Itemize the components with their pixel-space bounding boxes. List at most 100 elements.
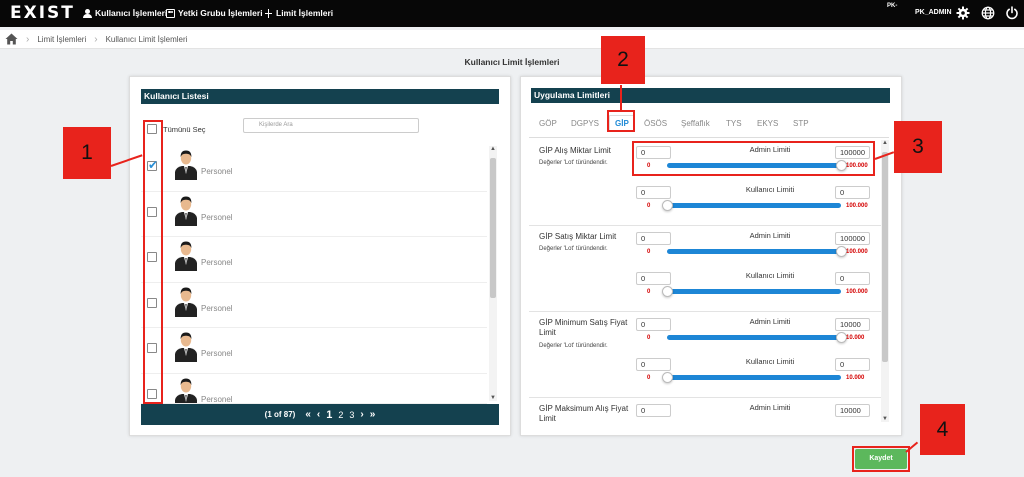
scroll-down-icon[interactable]: ▼ (881, 416, 889, 422)
page-1-button[interactable]: 1 (326, 409, 332, 421)
user-role-label: Personel (201, 349, 233, 358)
page-2-button[interactable]: 2 (338, 410, 343, 420)
user-limit-max-input[interactable]: 0 (835, 272, 870, 285)
breadcrumb-item-limit-operations[interactable]: Limit İşlemleri (37, 35, 86, 44)
user-range-min-label: 0 (647, 289, 651, 295)
limit-unit-note: Değerler 'Lot' türündendir. (539, 160, 608, 166)
admin-limit-label: Admin Limiti (749, 403, 791, 412)
top-navbar: EXIST Kullanıcı İşlemleri Yetki Grubu İş… (0, 0, 1024, 27)
user-limit-min-input[interactable]: 0 (636, 186, 671, 199)
user-limit-slider-handle[interactable] (662, 286, 673, 297)
group-icon (166, 8, 175, 18)
home-icon[interactable] (5, 33, 18, 45)
scroll-up-icon[interactable]: ▲ (881, 140, 889, 146)
user-role-label: Personel (201, 258, 233, 267)
user-role-label: Personel (201, 212, 233, 222)
admin-range-max-label: 10.000 (846, 335, 865, 341)
admin-range-min-label: 0 (647, 335, 651, 341)
app-logo[interactable]: EXIST (10, 3, 75, 23)
user-list-scroll-thumb[interactable] (490, 158, 496, 298)
admin-limit-max-input[interactable]: 100000 (835, 232, 870, 245)
tab-stp[interactable]: STP (793, 119, 809, 128)
nav-permission-group-operations[interactable]: Yetki Grubu İşlemleri (166, 8, 263, 18)
limit-icon (264, 8, 273, 18)
user-limit-max-input[interactable]: 0 (835, 186, 870, 199)
user-list-row[interactable]: Personel (141, 283, 487, 328)
breadcrumb-item-user-limit-operations[interactable]: Kullanıcı Limit İşlemleri (106, 35, 188, 44)
user-limit-slider[interactable] (667, 289, 841, 294)
power-icon[interactable] (1005, 6, 1019, 20)
limit-unit-note: Değerler 'Lot' türündendir. (539, 343, 608, 349)
user-list-row[interactable]: Personel (141, 374, 487, 404)
admin-limit-min-input[interactable]: 0 (636, 232, 671, 245)
user-range-min-label: 0 (647, 203, 651, 209)
user-limit-label: Kullanıcı Limiti (745, 185, 795, 194)
app-tabs: GÖP DGPYS GİP ÖSÖS Şeffaflık TYS EKYS ST… (529, 110, 889, 138)
user-limit-slider[interactable] (667, 375, 841, 380)
admin-limit-slider[interactable] (667, 335, 841, 340)
user-list-row[interactable]: Personel (141, 237, 487, 283)
user-role-label: Personel (201, 303, 233, 313)
last-page-button[interactable]: » (370, 409, 376, 420)
limit-title: GİP Alış Miktar Limit (539, 146, 611, 155)
chevron-right-icon: › (26, 33, 30, 45)
annotation-label-1: 1 (63, 127, 111, 179)
tab-osos[interactable]: ÖSÖS (644, 119, 667, 128)
tab-gop[interactable]: GÖP (539, 119, 557, 128)
user-list-row[interactable]: Personel (141, 328, 487, 374)
page-3-button[interactable]: 3 (349, 410, 354, 420)
first-page-button[interactable]: « (305, 409, 311, 420)
limit-title: GİP Minimum Satış Fiyat Limit (539, 318, 628, 337)
admin-limit-max-input[interactable]: 10000 (835, 404, 870, 417)
tab-tys[interactable]: TYS (726, 119, 742, 128)
annotation-box-4 (852, 446, 910, 472)
user-limit-min-input[interactable]: 0 (636, 272, 671, 285)
globe-icon[interactable] (981, 6, 995, 20)
limits-header: Uygulama Limitleri (531, 88, 890, 103)
pagination-info: (1 of 87) (264, 410, 296, 419)
pk-label: PK- (887, 3, 898, 9)
user-limit-max-input[interactable]: 0 (835, 358, 870, 371)
avatar-icon (175, 196, 197, 226)
user-limit-slider-handle[interactable] (662, 372, 673, 383)
breadcrumb: › Limit İşlemleri › Kullanıcı Limit İşle… (0, 30, 1024, 49)
tab-ekys[interactable]: EKYS (757, 119, 778, 128)
limits-scroll-thumb[interactable] (882, 152, 888, 362)
admin-range-min-label: 0 (647, 249, 651, 255)
select-all-label: Tümünü Seç (163, 125, 206, 134)
nav-user-operations[interactable]: Kullanıcı İşlemleri (83, 8, 167, 18)
user-limit-slider-handle[interactable] (662, 200, 673, 211)
limit-unit-note: Değerler 'Lot' türündendir. (539, 246, 608, 252)
admin-limit-min-input[interactable]: 0 (636, 404, 671, 417)
search-input[interactable]: Kişilerde Ara (243, 118, 419, 133)
annotation-box-1 (143, 120, 163, 404)
user-list-row[interactable]: Personel (141, 192, 487, 237)
user-range-max-label: 100.000 (846, 289, 868, 295)
username[interactable]: PK_ADMIN (915, 9, 952, 16)
limit-title: GİP Maksimum Alış Fiyat Limit (539, 404, 629, 422)
scroll-down-icon[interactable]: ▼ (489, 395, 497, 401)
tab-seffaflik[interactable]: Şeffaflık (681, 119, 710, 128)
admin-limit-slider[interactable] (667, 249, 841, 254)
annotation-label-2: 2 (601, 36, 645, 84)
user-range-max-label: 100.000 (846, 203, 868, 209)
user-list-row[interactable]: Personel (141, 146, 487, 192)
user-limit-slider[interactable] (667, 203, 841, 208)
avatar-icon (175, 378, 197, 404)
admin-limit-max-input[interactable]: 10000 (835, 318, 870, 331)
user-list-header: Kullanıcı Listesi (141, 89, 499, 104)
admin-limit-label: Admin Limiti (749, 317, 791, 326)
gear-icon[interactable] (956, 6, 970, 20)
limit-section: GİP Maksimum Alış Fiyat Limit 0 Admin Limi… (529, 398, 881, 422)
nav-limit-operations-label: Limit İşlemleri (276, 8, 334, 18)
user-limit-min-input[interactable]: 0 (636, 358, 671, 371)
next-page-button[interactable]: › (360, 409, 363, 420)
tab-dgpys[interactable]: DGPYS (571, 119, 599, 128)
annotation-box-2 (607, 110, 635, 132)
user-list-scrollbar[interactable]: ▲ ▼ (489, 146, 497, 401)
scroll-up-icon[interactable]: ▲ (489, 146, 497, 152)
prev-page-button[interactable]: ‹ (317, 409, 320, 420)
nav-limit-operations[interactable]: Limit İşlemleri (264, 8, 333, 18)
limits-scrollbar[interactable]: ▲ ▼ (881, 140, 889, 422)
admin-limit-min-input[interactable]: 0 (636, 318, 671, 331)
